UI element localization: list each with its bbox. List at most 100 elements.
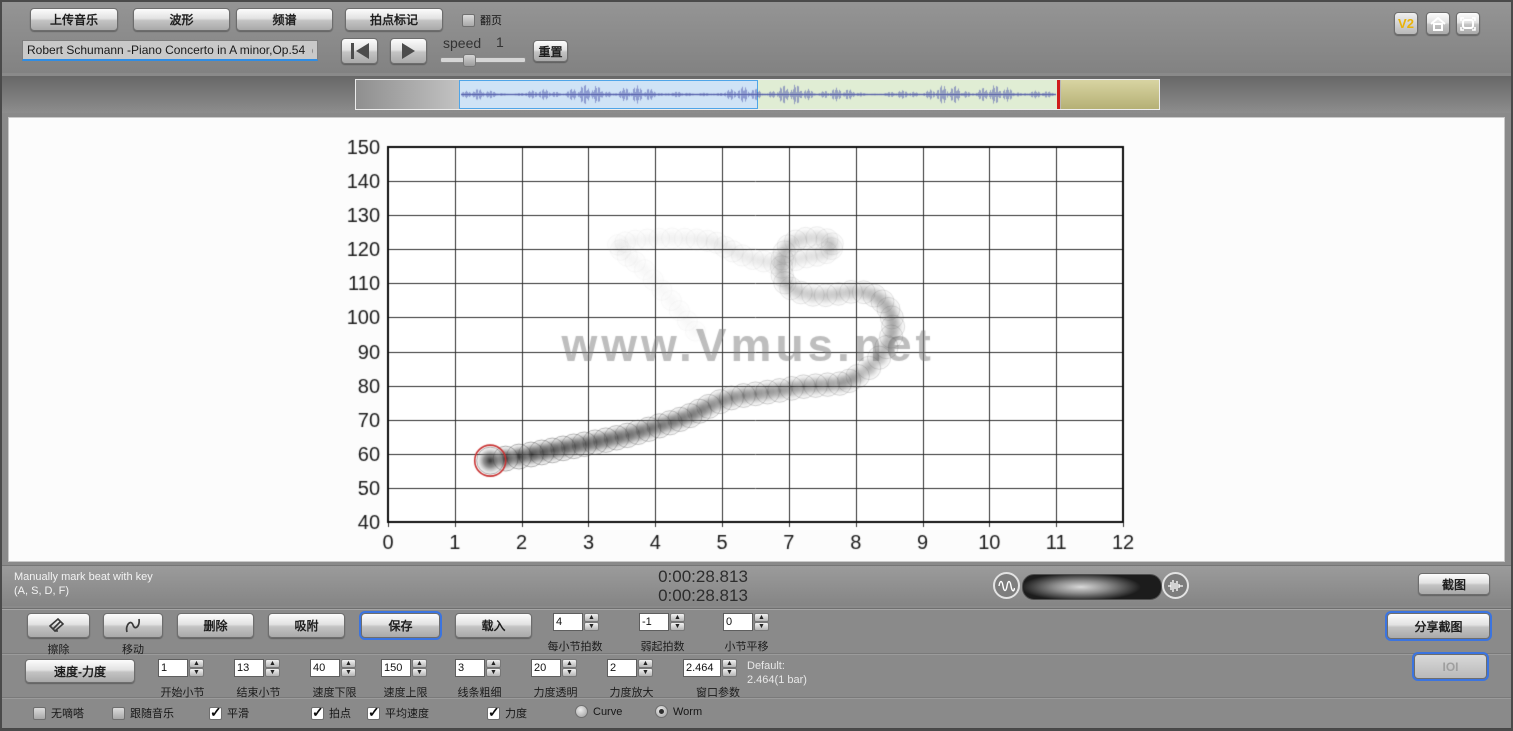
no-click-checkbox[interactable] <box>33 707 46 720</box>
rewind-button[interactable] <box>341 38 378 64</box>
window-param-input[interactable] <box>683 659 721 677</box>
delete-button[interactable]: 删除 <box>177 613 254 638</box>
share-screenshot-button[interactable]: 分享截图 <box>1387 613 1490 639</box>
play-button[interactable] <box>390 38 427 64</box>
beat-mark-button[interactable]: 拍点标记 <box>345 8 443 31</box>
dynamics-gain-spinner: ▲▼ <box>607 659 653 677</box>
beats-per-bar-spinner: ▲▼ <box>553 613 599 631</box>
spinner-arrows[interactable]: ▲▼ <box>670 613 685 631</box>
volume-slider[interactable] <box>1022 574 1162 600</box>
speed-slider-thumb[interactable] <box>463 54 476 67</box>
bar-shift-spinner: ▲▼ <box>723 613 769 631</box>
window-param-spinner: ▲▼ <box>683 659 737 677</box>
mute-toggle-button[interactable] <box>993 572 1020 599</box>
upload-music-button[interactable]: 上传音乐 <box>30 8 118 31</box>
waveform-button[interactable]: 波形 <box>133 8 230 31</box>
eraser-icon <box>49 618 69 633</box>
ioi-button[interactable]: IOI <box>1414 654 1487 679</box>
pickup-beats-spinner: ▲▼ <box>639 613 685 631</box>
move-tool-label: 移动 <box>103 641 163 657</box>
smooth-checkbox[interactable] <box>209 707 222 720</box>
dynamics-checkbox[interactable] <box>487 707 500 720</box>
spinner-arrows[interactable]: ▲▼ <box>562 659 577 677</box>
time-total: 0:00:28.813 <box>638 586 768 605</box>
follow-music-checkbox[interactable] <box>112 707 125 720</box>
volume-control <box>993 569 1178 603</box>
avg-tempo-checkbox[interactable] <box>367 707 380 720</box>
curve-radio[interactable] <box>575 705 588 718</box>
end-bar-input[interactable] <box>234 659 264 677</box>
load-button[interactable]: 载入 <box>455 613 532 638</box>
sound-wave-icon <box>998 579 1015 593</box>
start-bar-label: 开始小节 <box>145 684 220 700</box>
tempo-min-input[interactable] <box>310 659 340 677</box>
tempo-min-spinner: ▲▼ <box>310 659 356 677</box>
beats-per-bar-input[interactable] <box>553 613 583 631</box>
spinner-arrows[interactable]: ▲▼ <box>412 659 427 677</box>
line-width-input[interactable] <box>455 659 485 677</box>
save-button[interactable]: 保存 <box>361 613 440 638</box>
waveform-toggle-button[interactable] <box>1162 572 1189 599</box>
bar-shift-label: 小节平移 <box>709 638 784 654</box>
vmus-app-window: 上传音乐 波形 频谱 拍点标记 翻页 speed 1 重置 V2 <box>0 0 1513 731</box>
page-flip-checkbox[interactable] <box>462 14 475 27</box>
dynamics-label: 力度 <box>505 705 527 721</box>
spinner-arrows[interactable]: ▲▼ <box>265 659 280 677</box>
start-bar-input[interactable] <box>158 659 188 677</box>
dynamics-alpha-label: 力度透明 <box>518 684 593 700</box>
follow-music-label: 跟随音乐 <box>130 705 174 721</box>
beat-points-checkbox[interactable] <box>311 707 324 720</box>
waveform-arrow-icon <box>1167 579 1184 593</box>
tempo-max-spinner: ▲▼ <box>381 659 427 677</box>
spinner-arrows[interactable]: ▲▼ <box>638 659 653 677</box>
dynamics-alpha-spinner: ▲▼ <box>531 659 577 677</box>
spinner-arrows[interactable]: ▲▼ <box>341 659 356 677</box>
home-button[interactable] <box>1426 12 1450 35</box>
playhead-cursor[interactable] <box>1057 80 1060 109</box>
tempo-max-input[interactable] <box>381 659 411 677</box>
curve-radio-label: Curve <box>593 706 622 718</box>
pickup-beats-input[interactable] <box>639 613 669 631</box>
play-icon <box>402 43 415 59</box>
beat-points-label: 拍点 <box>329 705 351 721</box>
end-bar-spinner: ▲▼ <box>234 659 280 677</box>
speed-slider[interactable] <box>440 57 526 63</box>
waveform-overview[interactable] <box>355 79 1160 110</box>
snap-button[interactable]: 吸附 <box>268 613 345 638</box>
bar-shift-input[interactable] <box>723 613 753 631</box>
page-flip-label: 翻页 <box>480 12 502 28</box>
time-display: 0:00:28.813 0:00:28.813 <box>638 567 768 605</box>
move-tool-button[interactable] <box>103 613 163 638</box>
waveform-nav-strip <box>0 76 1513 113</box>
reset-button[interactable]: 重置 <box>533 40 568 62</box>
status-bar: Manually mark beat with key (A, S, D, F)… <box>0 565 1513 606</box>
screenshot-button[interactable]: 截图 <box>1418 573 1490 595</box>
move-curve-icon <box>123 617 143 634</box>
track-title-input[interactable] <box>22 40 318 61</box>
pickup-beats-label: 弱起拍数 <box>625 638 700 654</box>
smooth-label: 平滑 <box>227 705 249 721</box>
spectrum-button[interactable]: 频谱 <box>236 8 333 31</box>
spinner-arrows[interactable]: ▲▼ <box>754 613 769 631</box>
fullscreen-button[interactable] <box>1456 12 1480 35</box>
worm-radio-label: Worm <box>673 706 702 718</box>
home-icon <box>1430 17 1446 31</box>
tempo-dynamics-mode-button[interactable]: 速度-力度 <box>25 659 135 683</box>
worm-radio[interactable] <box>655 705 668 718</box>
dynamics-alpha-input[interactable] <box>531 659 561 677</box>
erase-tool-button[interactable] <box>27 613 90 638</box>
spinner-arrows[interactable]: ▲▼ <box>722 659 737 677</box>
tempo-max-label: 速度上限 <box>368 684 443 700</box>
line-width-spinner: ▲▼ <box>455 659 501 677</box>
spinner-arrows[interactable]: ▲▼ <box>189 659 204 677</box>
spinner-arrows[interactable]: ▲▼ <box>486 659 501 677</box>
speed-label: speed <box>443 35 481 51</box>
dynamics-gain-input[interactable] <box>607 659 637 677</box>
time-current: 0:00:28.813 <box>638 567 768 586</box>
bottom-control-panel: 擦除 移动 删除 吸附 保存 载入 ▲▼ 每小节拍数 ▲▼ 弱起拍数 ▲▼ 小节… <box>0 608 1513 731</box>
v2-version-button[interactable]: V2 <box>1394 12 1418 35</box>
tempo-worm-chart[interactable] <box>9 118 1504 561</box>
spinner-arrows[interactable]: ▲▼ <box>584 613 599 631</box>
beats-per-bar-label: 每小节拍数 <box>535 638 615 654</box>
default-note: Default: 2.464(1 bar) <box>747 659 807 687</box>
